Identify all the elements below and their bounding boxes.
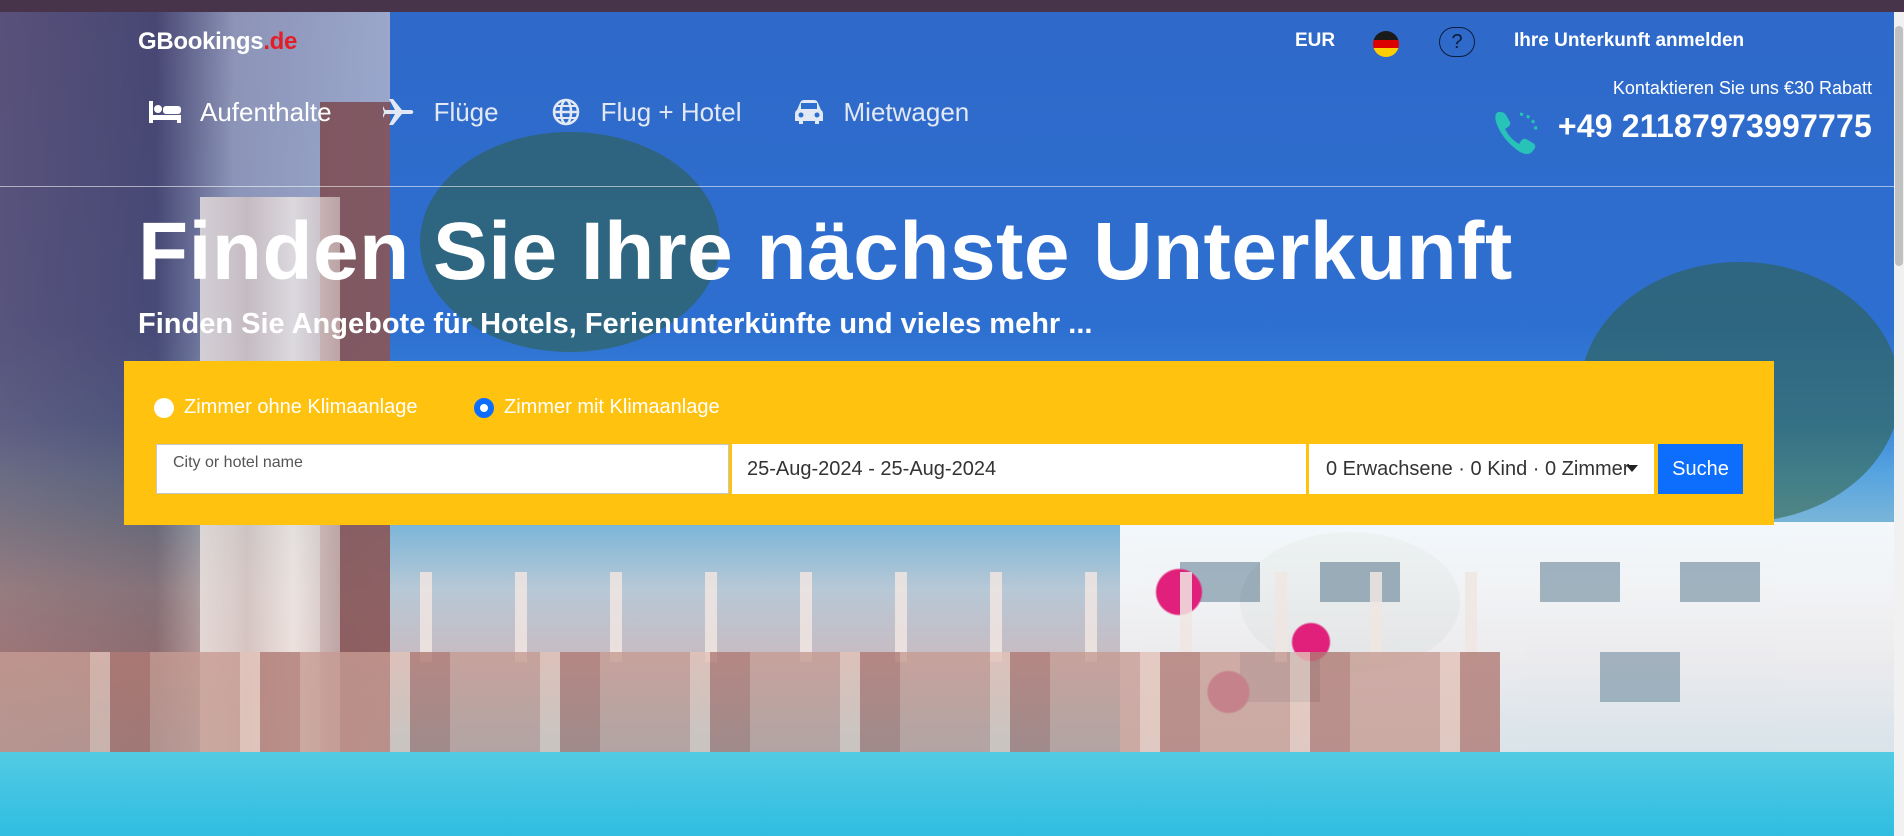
header-divider	[0, 186, 1894, 187]
main-nav: Aufenthalte Flüge Flug + Hotel Mietwagen	[148, 92, 1019, 132]
car-icon	[792, 98, 826, 126]
search-panel	[124, 361, 1774, 525]
window-top-strip	[0, 0, 1904, 12]
nav-label: Aufenthalte	[200, 96, 332, 127]
globe-icon	[549, 98, 583, 126]
city-field[interactable]	[156, 444, 729, 494]
logo-domain: .de	[263, 28, 298, 55]
property-login-link[interactable]: Ihre Unterkunft anmelden	[1514, 30, 1744, 58]
nav-label: Flüge	[433, 96, 499, 127]
bed-icon	[148, 98, 182, 126]
plane-icon	[382, 98, 416, 126]
site-logo[interactable]: GBookings.de	[138, 28, 297, 56]
radio-with-ac[interactable]: Zimmer mit Klimaanlage	[474, 396, 720, 419]
caret-down-icon	[1626, 465, 1638, 472]
search-button[interactable]: Suche	[1658, 444, 1743, 494]
guests-summary: 0 Erwachsene · 0 Kind · 0 Zimmer	[1326, 457, 1630, 480]
radio-no-ac[interactable]: Zimmer ohne Klimaanlage	[154, 396, 417, 419]
scrollbar-thumb[interactable]	[1895, 26, 1903, 266]
scrollbar[interactable]	[1894, 12, 1904, 836]
phone-icon	[1490, 104, 1546, 160]
contact-discount-text: Kontaktieren Sie uns €30 Rabatt	[1612, 78, 1872, 98]
swimming-pool	[0, 752, 1894, 836]
city-search-input[interactable]	[157, 445, 728, 493]
nav-item-flights[interactable]: Flüge	[382, 97, 499, 128]
currency-selector[interactable]: EUR	[1295, 30, 1335, 58]
nav-label: Mietwagen	[843, 96, 970, 127]
nav-item-car-rental[interactable]: Mietwagen	[792, 96, 970, 128]
german-flag-icon[interactable]	[1373, 31, 1399, 57]
radio-label: Zimmer ohne Klimaanlage	[184, 396, 418, 418]
hero-title: Finden Sie Ihre nächste Unterkunft	[138, 206, 1513, 297]
help-button[interactable]: ?	[1439, 27, 1475, 57]
nav-label: Flug + Hotel	[600, 96, 742, 127]
nav-item-flight-hotel[interactable]: Flug + Hotel	[549, 97, 742, 128]
radio-button-unchecked[interactable]	[154, 397, 174, 418]
guests-dropdown[interactable]: 0 Erwachsene · 0 Kind · 0 Zimmer	[1309, 444, 1654, 494]
pool-umbrellas	[380, 572, 1480, 662]
radio-label: Zimmer mit Klimaanlage	[504, 396, 720, 418]
nav-item-stays[interactable]: Aufenthalte	[148, 97, 332, 128]
radio-button-checked[interactable]	[474, 397, 494, 418]
contact-phone-number[interactable]: +49 21187973997775	[1558, 108, 1872, 145]
logo-main: GBookings	[138, 28, 264, 55]
hero-subtitle: Finden Sie Angebote für Hotels, Ferienun…	[138, 308, 1093, 340]
date-range-field[interactable]: 25-Aug-2024 - 25-Aug-2024	[732, 444, 1306, 494]
